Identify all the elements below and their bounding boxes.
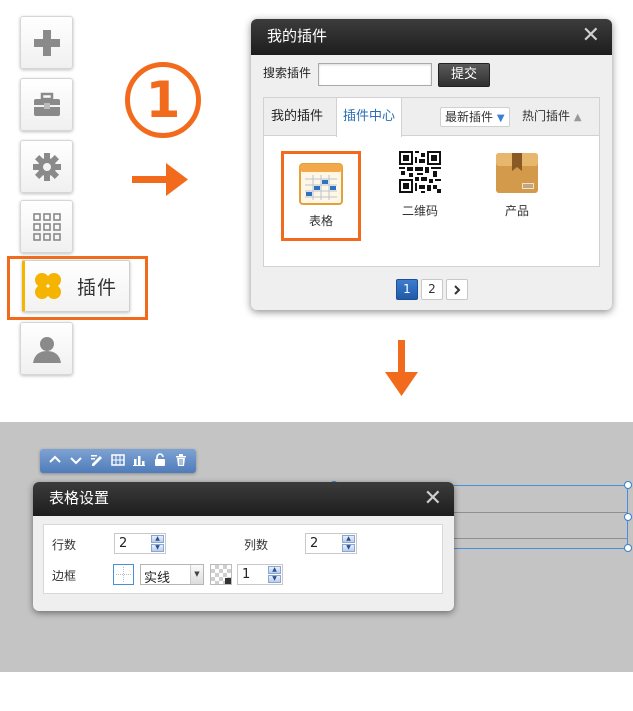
toolbox-button[interactable] <box>20 78 73 131</box>
border-picker[interactable] <box>113 564 134 585</box>
grid-icon <box>32 212 61 241</box>
plugin-item-qrcode[interactable]: 二维码 <box>382 144 458 219</box>
toolbox-icon <box>33 92 60 116</box>
plugin-item-table[interactable]: 表格 <box>281 151 361 241</box>
table-mini-toolbar <box>40 449 196 473</box>
close-icon[interactable]: ✕ <box>424 482 442 516</box>
arrow-up-small-icon: ▲ <box>573 112 582 123</box>
box-icon <box>496 153 538 193</box>
search-input[interactable] <box>318 63 432 86</box>
plugin-button-label: 插件 <box>77 276 118 299</box>
page-2-button[interactable]: 2 <box>421 279 443 300</box>
plugin-dialog: 我的插件 ✕ 搜索插件 提交 我的插件 插件中心 最新插件 ▼ 热门插件 ▲ 表… <box>251 19 612 310</box>
arrow-down-icon <box>385 340 418 396</box>
add-button[interactable] <box>20 16 73 69</box>
move-down-icon[interactable] <box>67 453 84 470</box>
plus-icon <box>33 29 60 56</box>
table-settings-header: 表格设置 ✕ <box>33 482 454 516</box>
plugin-panel: 我的插件 插件中心 最新插件 ▼ 热门插件 ▲ 表格 二维码 产品 <box>263 97 600 267</box>
tab-hot-label: 热门插件 <box>522 109 571 123</box>
page-1-button[interactable]: 1 <box>396 279 418 300</box>
cols-stepper[interactable]: 2 ▲ ▼ <box>305 533 357 554</box>
rows-value: 2 <box>119 536 128 551</box>
next-page-button[interactable] <box>446 279 468 300</box>
plugin-dialog-header: 我的插件 ✕ <box>251 19 612 55</box>
plugin-item-product[interactable]: 产品 <box>479 144 555 219</box>
plugin-icon <box>35 273 61 299</box>
chart-icon[interactable] <box>130 453 147 470</box>
table-settings-panel: 行数 2 ▲ ▼ 列数 2 ▲ ▼ 边框 实线 ▼ 1 ▲ ▼ <box>43 524 443 594</box>
resize-handle[interactable] <box>624 544 632 552</box>
plugin-item-label: 二维码 <box>401 204 438 218</box>
qrcode-icon <box>399 151 441 193</box>
border-style-select[interactable]: 实线 ▼ <box>140 564 204 586</box>
search-row: 搜索插件 提交 <box>263 63 603 89</box>
settings-button[interactable] <box>20 140 73 193</box>
edit-icon[interactable] <box>88 453 105 470</box>
tab-plugin-center[interactable]: 插件中心 <box>336 98 403 137</box>
border-width-value: 1 <box>242 567 251 582</box>
spin-down-icon[interactable]: ▼ <box>342 544 355 552</box>
submit-button[interactable]: 提交 <box>438 63 490 87</box>
border-style-value: 实线 <box>144 571 171 586</box>
resize-handle[interactable] <box>624 481 632 489</box>
table-settings-title: 表格设置 <box>49 489 110 507</box>
close-icon[interactable]: ✕ <box>582 19 600 53</box>
step-number: 1 <box>145 71 181 129</box>
spin-down-icon[interactable]: ▼ <box>268 575 281 583</box>
search-label: 搜索插件 <box>263 66 312 80</box>
border-grid-icon <box>116 567 131 582</box>
spin-up-icon[interactable]: ▲ <box>342 535 355 543</box>
chevron-right-icon <box>454 285 461 295</box>
table-settings-icon[interactable] <box>109 453 126 470</box>
plugin-button[interactable]: 插件 <box>22 260 130 312</box>
plugin-item-label: 产品 <box>504 204 529 218</box>
user-icon <box>32 336 61 363</box>
tab-newest-plugins[interactable]: 最新插件 ▼ <box>440 107 510 127</box>
plugin-item-label: 表格 <box>308 214 333 228</box>
tab-hot-plugins[interactable]: 热门插件 ▲ <box>518 107 586 127</box>
chevron-down-icon: ▼ <box>190 565 203 584</box>
plugin-tabs: 我的插件 插件中心 最新插件 ▼ 热门插件 ▲ <box>264 98 599 137</box>
arrow-down-small-icon: ▼ <box>496 113 505 124</box>
spin-down-icon[interactable]: ▼ <box>151 544 164 552</box>
tab-my-plugins[interactable]: 我的插件 <box>265 98 329 136</box>
rows-label: 行数 <box>52 538 77 552</box>
user-button[interactable] <box>20 322 73 375</box>
step-number-circle: 1 <box>125 62 201 138</box>
cols-value: 2 <box>310 536 319 551</box>
gear-icon <box>32 152 61 181</box>
spin-up-icon[interactable]: ▲ <box>268 566 281 574</box>
trash-icon[interactable] <box>172 453 189 470</box>
rows-stepper[interactable]: 2 ▲ ▼ <box>114 533 166 554</box>
table-settings-dialog: 表格设置 ✕ 行数 2 ▲ ▼ 列数 2 ▲ ▼ 边框 实线 ▼ 1 ▲ ▼ <box>33 482 454 611</box>
spin-up-icon[interactable]: ▲ <box>151 535 164 543</box>
move-up-icon[interactable] <box>46 453 63 470</box>
arrow-right-icon <box>132 163 188 196</box>
apps-button[interactable] <box>20 200 73 253</box>
color-dropdown-icon <box>225 578 231 584</box>
border-width-stepper[interactable]: 1 ▲ ▼ <box>237 564 283 585</box>
resize-handle[interactable] <box>624 513 632 521</box>
border-label: 边框 <box>52 569 77 583</box>
cols-label: 列数 <box>244 538 269 552</box>
unlock-icon[interactable] <box>151 452 168 470</box>
border-color-picker[interactable] <box>210 564 232 585</box>
table-icon <box>299 163 343 205</box>
plugin-dialog-title: 我的插件 <box>267 27 328 45</box>
tab-newest-label: 最新插件 <box>445 110 494 124</box>
